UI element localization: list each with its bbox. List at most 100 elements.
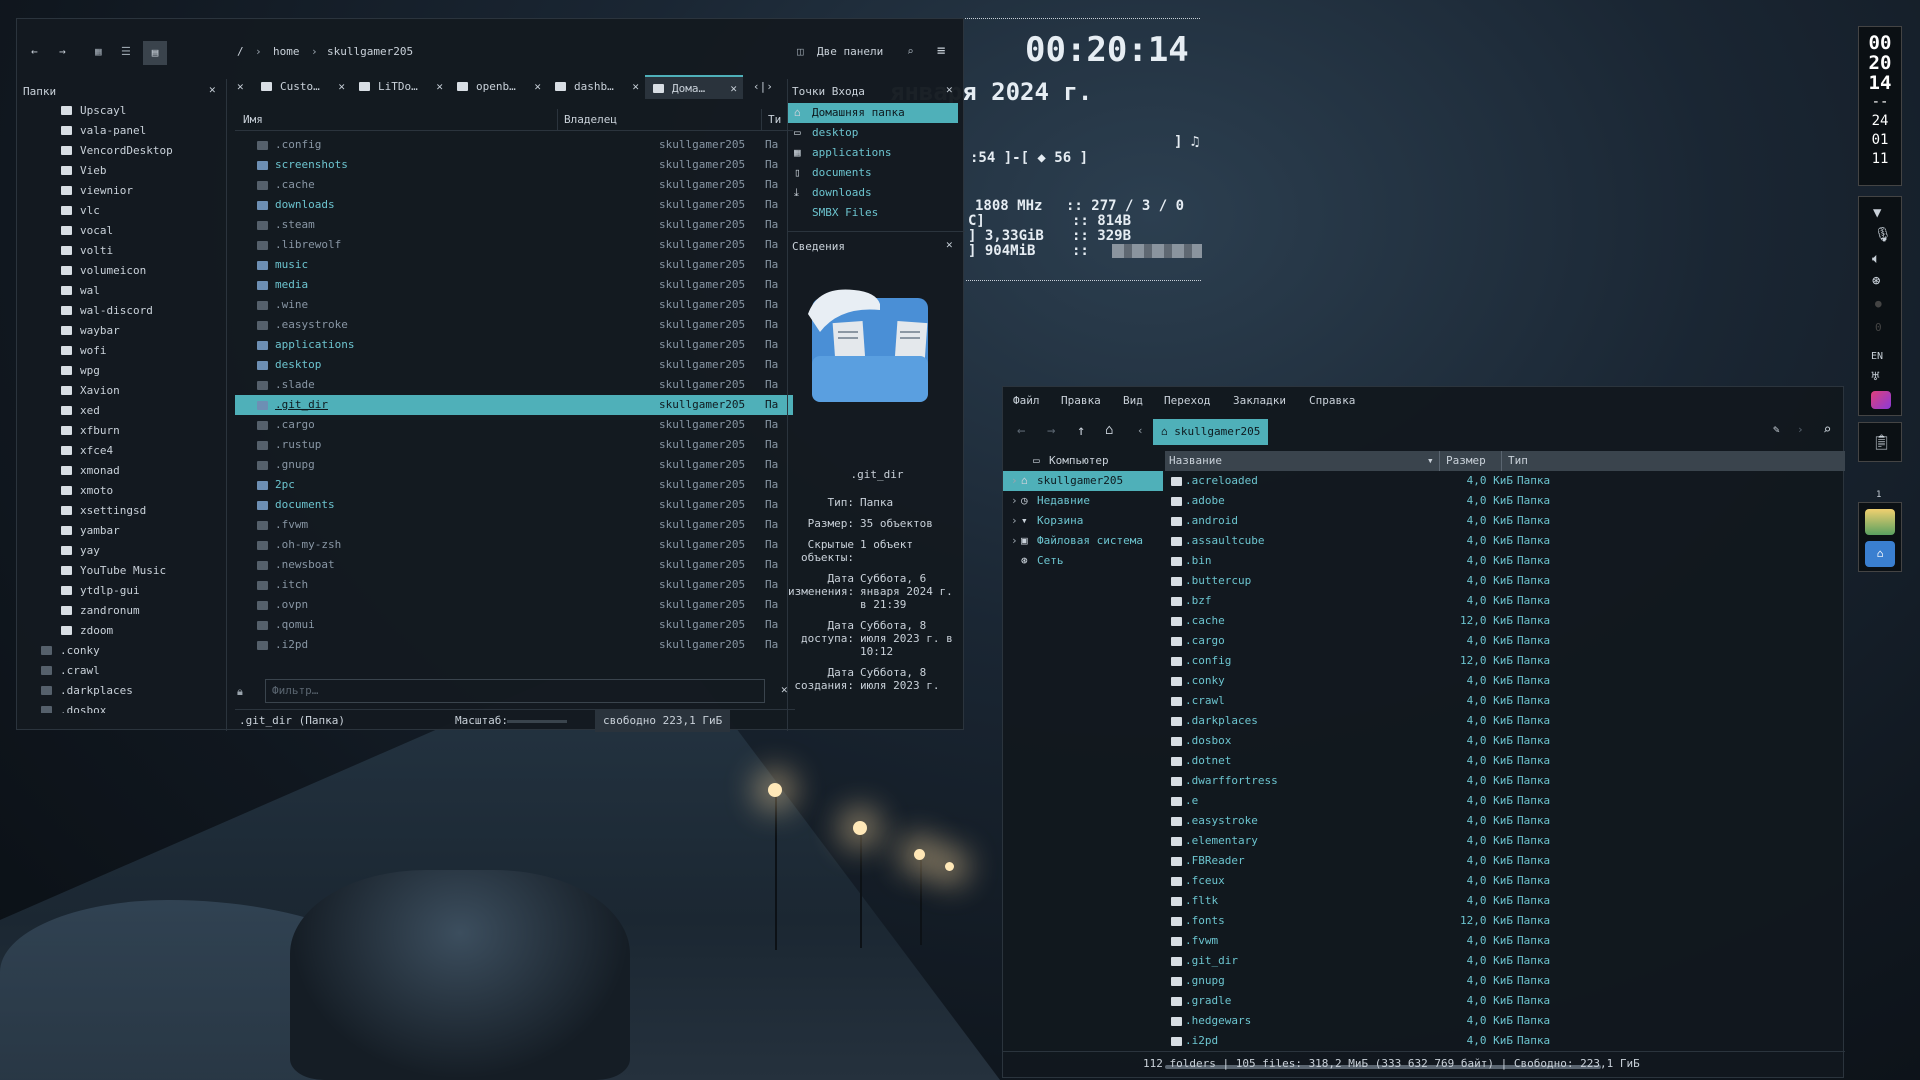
tree-folder-item[interactable]: .dosbox — [41, 701, 221, 713]
table-row[interactable]: .fonts 12,0 КиБ Папка — [1165, 911, 1845, 931]
tree-folder-item[interactable]: yambar — [61, 521, 221, 541]
forward-button[interactable]: → — [59, 45, 66, 58]
menu-item[interactable]: Справка — [1309, 394, 1355, 407]
tree-folder-item[interactable]: yay — [61, 541, 221, 561]
chevron-right-icon[interactable]: › — [1797, 423, 1804, 436]
tree-folder-item[interactable]: xfburn — [61, 421, 221, 441]
back-button[interactable]: ← — [31, 45, 38, 58]
table-row[interactable]: .cargo 4,0 КиБ Папка — [1165, 631, 1845, 651]
tree-folder-item[interactable]: .darkplaces — [41, 681, 221, 701]
filter-input[interactable]: Фильтр… — [265, 679, 765, 703]
back-button[interactable]: ← — [1017, 423, 1025, 439]
table-row[interactable]: .darkplaces 4,0 КиБ Папка — [1165, 711, 1845, 731]
table-row[interactable]: .slade skullgamer205 Па — [235, 375, 793, 395]
lock-icon[interactable]: 🔒︎ — [237, 685, 243, 699]
table-row[interactable]: .FBReader 4,0 КиБ Папка — [1165, 851, 1845, 871]
table-row[interactable]: .gradle 4,0 КиБ Папка — [1165, 991, 1845, 1011]
table-row[interactable]: .hedgewars 4,0 КиБ Папка — [1165, 1011, 1845, 1031]
tree-folder-item[interactable]: volumeicon — [61, 261, 221, 281]
icon-view-icon[interactable]: ▦ — [95, 45, 102, 58]
table-row[interactable]: .fvwm 4,0 КиБ Папка — [1165, 931, 1845, 951]
breadcrumb-user[interactable]: skullgamer205 — [327, 45, 413, 58]
table-row[interactable]: .fltk 4,0 КиБ Папка — [1165, 891, 1845, 911]
tree-folder-item[interactable]: vlc — [61, 201, 221, 221]
close-icon[interactable]: ✕ — [946, 83, 953, 96]
table-row[interactable]: .oh-my-zsh skullgamer205 Па — [235, 535, 793, 555]
list-view-icon[interactable]: ☰ — [121, 45, 131, 58]
table-row[interactable]: .fceux 4,0 КиБ Папка — [1165, 871, 1845, 891]
table-row[interactable]: .e 4,0 КиБ Папка — [1165, 791, 1845, 811]
menu-item[interactable]: Переход — [1164, 394, 1210, 407]
home-icon[interactable]: ⌂ — [1105, 422, 1113, 438]
table-row[interactable]: .cache skullgamer205 Па — [235, 175, 793, 195]
close-icon[interactable]: ✕ — [229, 75, 247, 99]
column-size[interactable]: Размер — [1439, 451, 1486, 471]
tree-folder-item[interactable]: xsettingsd — [61, 501, 221, 521]
table-row[interactable]: .buttercup 4,0 КиБ Папка — [1165, 571, 1845, 591]
tab-item-active[interactable]: Дома… ✕ — [645, 75, 743, 99]
compact-view-icon[interactable]: ▤ — [143, 41, 167, 65]
tree-folder-item[interactable]: wal — [61, 281, 221, 301]
table-row[interactable]: .ovpn skullgamer205 Па — [235, 595, 793, 615]
table-row[interactable]: .easystroke 4,0 КиБ Папка — [1165, 811, 1845, 831]
search-icon[interactable]: ⌕ — [1823, 422, 1831, 438]
volume-icon[interactable]: 🔈︎ — [1872, 251, 1880, 267]
tab-scroll-arrows[interactable]: ‹|› — [749, 75, 779, 99]
menu-icon[interactable]: ≡ — [937, 43, 945, 59]
table-row[interactable]: .acreloaded 4,0 КиБ Папка — [1165, 471, 1845, 491]
sidebar-item[interactable]: ▭ Компьютер — [1003, 451, 1163, 471]
column-name[interactable]: Имя — [243, 109, 263, 131]
table-row[interactable]: 2pc skullgamer205 Па — [235, 475, 793, 495]
expander-icon[interactable]: › — [1011, 491, 1021, 511]
tree-folder-item[interactable]: xfce4 — [61, 441, 221, 461]
table-row[interactable]: .gnupg skullgamer205 Па — [235, 455, 793, 475]
tree-folder-item[interactable]: wpg — [61, 361, 221, 381]
tree-folder-item[interactable]: zdoom — [61, 621, 221, 641]
tray-dim-icon[interactable]: 0 — [1875, 321, 1882, 334]
menu-item[interactable]: Файл — [1013, 394, 1040, 407]
table-row[interactable]: media skullgamer205 Па — [235, 275, 793, 295]
sidebar-item[interactable]: › ▾ Корзина — [1003, 511, 1163, 531]
table-row[interactable]: downloads skullgamer205 Па — [235, 195, 793, 215]
tree-folder-item[interactable]: vocal — [61, 221, 221, 241]
table-row[interactable]: .git_dir skullgamer205 Па — [235, 395, 793, 415]
path-root[interactable]: / — [237, 45, 244, 58]
tree-folder-item[interactable]: Vieb — [61, 161, 221, 181]
place-item[interactable]: SMBX Files — [788, 203, 958, 223]
tree-folder-item[interactable]: Upscayl — [61, 101, 221, 121]
table-row[interactable]: .git_dir 4,0 КиБ Папка — [1165, 951, 1845, 971]
place-item[interactable]: ▦ applications — [788, 143, 958, 163]
sidebar-item[interactable]: › ⌂ skullgamer205 — [1003, 471, 1163, 491]
sort-chevron-down-icon[interactable]: ▾ — [1427, 451, 1434, 471]
place-item[interactable]: ⤓ downloads — [788, 183, 958, 203]
table-row[interactable]: desktop skullgamer205 Па — [235, 355, 793, 375]
table-row[interactable]: .qomui skullgamer205 Па — [235, 615, 793, 635]
sidebar-item[interactable]: › ▣ Файловая система — [1003, 531, 1163, 551]
tree-folder-item[interactable]: YouTube Music — [61, 561, 221, 581]
menu-item[interactable]: Закладки — [1233, 394, 1286, 407]
table-row[interactable]: music skullgamer205 Па — [235, 255, 793, 275]
column-owner[interactable]: Владелец — [557, 109, 617, 131]
table-row[interactable]: .fvwm skullgamer205 Па — [235, 515, 793, 535]
table-row[interactable]: .dotnet 4,0 КиБ Папка — [1165, 751, 1845, 771]
tree-folder-item[interactable]: xed — [61, 401, 221, 421]
tree-folder-item[interactable]: VencordDesktop — [61, 141, 221, 161]
place-item[interactable]: ⌂ Домашняя папка — [788, 103, 958, 123]
table-row[interactable]: .dwarffortress 4,0 КиБ Папка — [1165, 771, 1845, 791]
expander-icon[interactable]: › — [1011, 511, 1021, 531]
menu-item[interactable]: Правка — [1061, 394, 1101, 407]
tree-folder-item[interactable]: wofi — [61, 341, 221, 361]
table-row[interactable]: .newsboat skullgamer205 Па — [235, 555, 793, 575]
column-type[interactable]: Тип — [1501, 451, 1528, 471]
tree-folder-item[interactable]: vala-panel — [61, 121, 221, 141]
tree-folder-item[interactable]: Xavion — [61, 381, 221, 401]
table-row[interactable]: .bzf 4,0 КиБ Папка — [1165, 591, 1845, 611]
close-icon[interactable]: ✕ — [209, 83, 216, 96]
close-icon[interactable]: ✕ — [436, 75, 443, 99]
close-icon[interactable]: ✕ — [534, 75, 541, 99]
close-icon[interactable]: ✕ — [338, 75, 345, 99]
table-row[interactable]: .itch skullgamer205 Па — [235, 575, 793, 595]
column-name[interactable]: Название — [1169, 451, 1222, 471]
table-row[interactable]: .wine skullgamer205 Па — [235, 295, 793, 315]
table-row[interactable]: .gnupg 4,0 КиБ Папка — [1165, 971, 1845, 991]
